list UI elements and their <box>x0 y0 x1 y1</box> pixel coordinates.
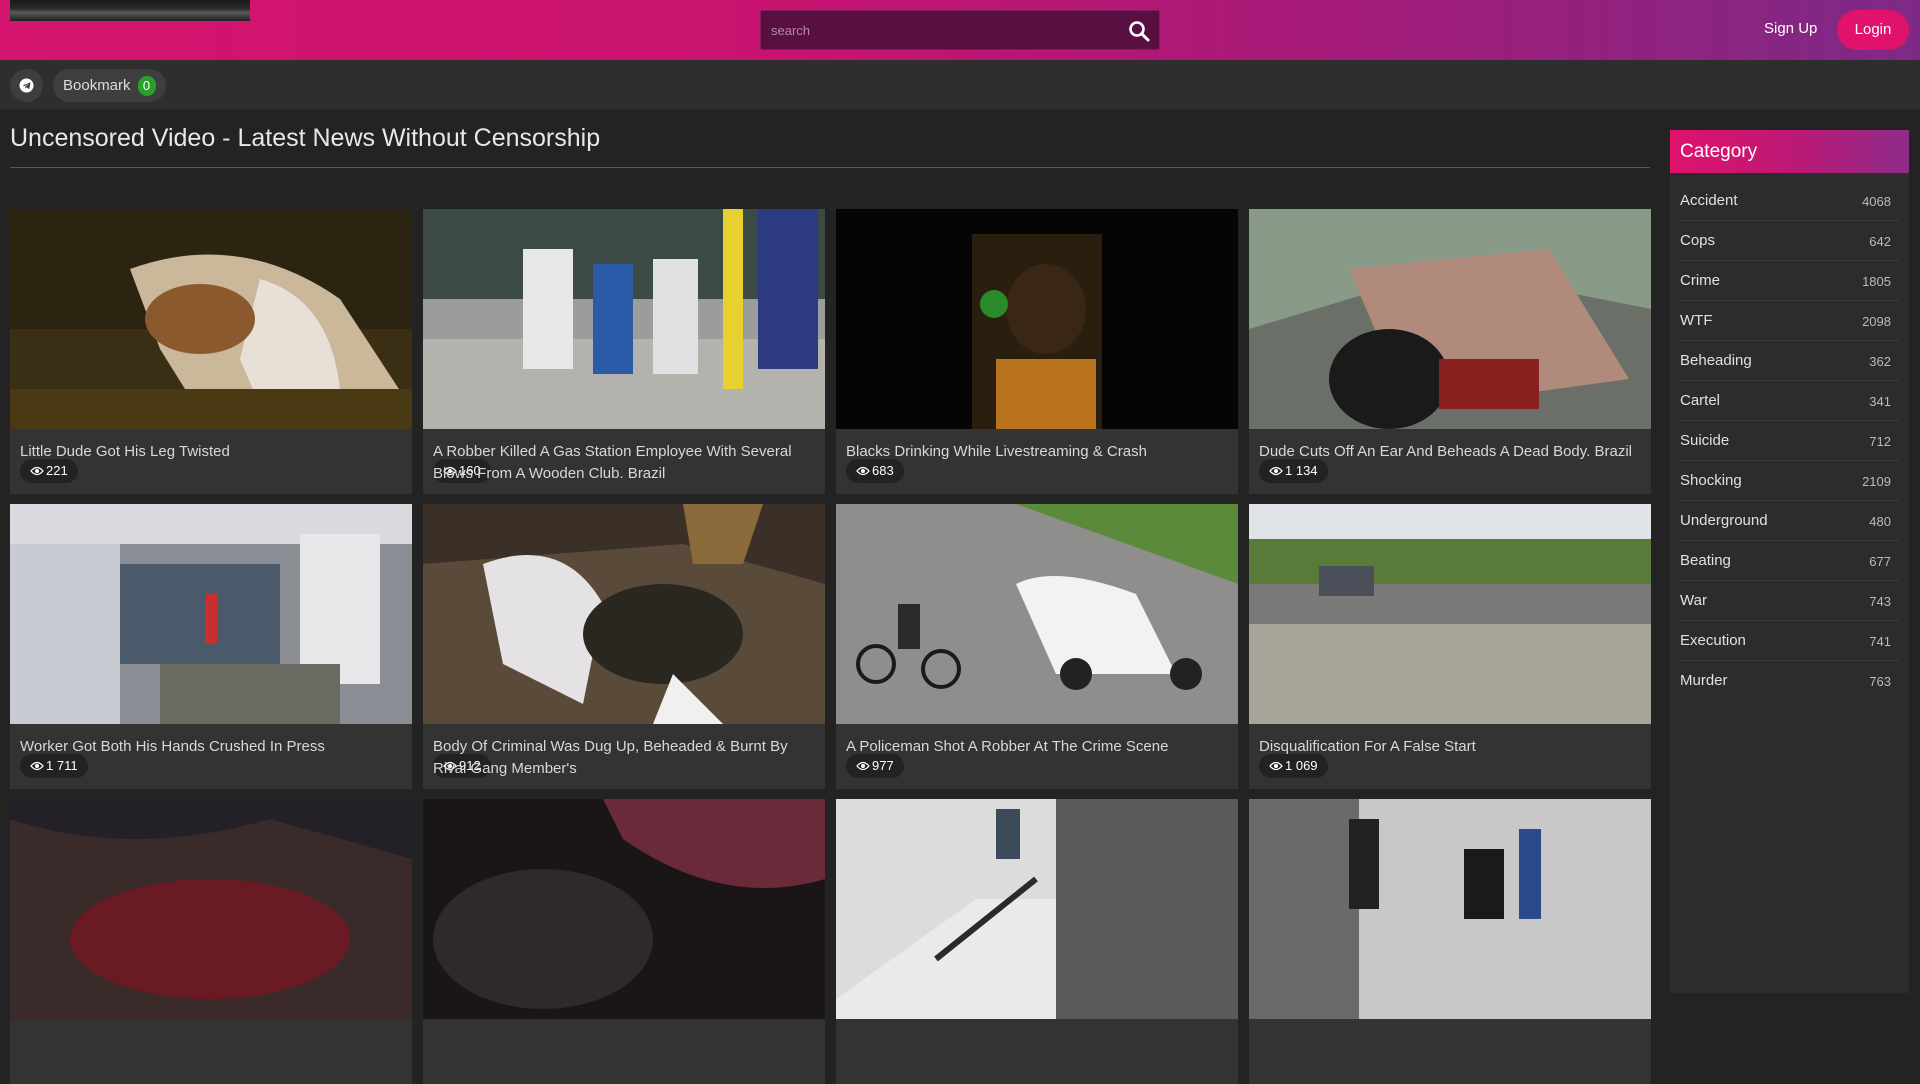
category-name: Cartel <box>1680 392 1721 409</box>
video-card[interactable] <box>10 799 412 1084</box>
category-count: 362 <box>1869 354 1891 369</box>
category-count: 4068 <box>1862 194 1891 209</box>
category-item-murder[interactable]: Murder 763 <box>1680 661 1899 701</box>
video-title[interactable]: A Robber Killed A Gas Station Employee W… <box>433 441 815 485</box>
search-input[interactable] <box>761 11 1111 49</box>
category-name: Beating <box>1680 552 1731 569</box>
login-button[interactable]: Login <box>1837 10 1909 50</box>
category-name: Beheading <box>1680 352 1752 369</box>
video-card[interactable]: 221 Little Dude Got His Leg Twisted <box>10 209 412 494</box>
video-thumbnail[interactable] <box>1249 799 1651 1019</box>
title-divider <box>10 167 1650 168</box>
eye-icon <box>856 466 870 476</box>
video-title[interactable]: Worker Got Both His Hands Crushed In Pre… <box>20 736 402 758</box>
video-thumbnail[interactable] <box>423 209 825 429</box>
video-title[interactable]: Body Of Criminal Was Dug Up, Beheaded & … <box>433 736 815 780</box>
eye-icon <box>30 466 44 476</box>
video-title[interactable]: Dude Cuts Off An Ear And Beheads A Dead … <box>1259 441 1641 463</box>
category-item-suicide[interactable]: Suicide 712 <box>1680 421 1899 461</box>
video-title[interactable]: Disqualification For A False Start <box>1259 736 1641 758</box>
signup-link[interactable]: Sign Up <box>1764 20 1817 37</box>
category-name: Murder <box>1680 672 1728 689</box>
category-item-accident[interactable]: Accident 4068 <box>1680 181 1899 221</box>
page-title: Uncensored Video - Latest News Without C… <box>10 124 601 152</box>
category-name: Execution <box>1680 632 1746 649</box>
category-name: Cops <box>1680 232 1716 249</box>
bookmark-button[interactable]: Bookmark 0 <box>53 69 166 102</box>
category-name: War <box>1680 592 1707 609</box>
video-thumbnail[interactable] <box>10 799 412 1019</box>
telegram-button[interactable] <box>10 69 43 102</box>
category-item-war[interactable]: War 743 <box>1680 581 1899 621</box>
video-title[interactable]: Blacks Drinking While Livestreaming & Cr… <box>846 441 1228 463</box>
video-thumbnail[interactable] <box>10 504 412 724</box>
category-item-cartel[interactable]: Cartel 341 <box>1680 381 1899 421</box>
sub-toolbar: Bookmark 0 <box>0 60 1920 110</box>
category-name: Crime <box>1680 272 1720 289</box>
bookmark-count-badge: 0 <box>137 75 156 96</box>
video-title[interactable]: A Policeman Shot A Robber At The Crime S… <box>846 736 1228 758</box>
category-count: 2098 <box>1862 314 1891 329</box>
category-item-execution[interactable]: Execution 741 <box>1680 621 1899 661</box>
video-thumbnail[interactable] <box>423 504 825 724</box>
category-count: 1805 <box>1862 274 1891 289</box>
telegram-icon <box>19 78 34 93</box>
category-count: 743 <box>1869 594 1891 609</box>
video-card[interactable]: 160 A Robber Killed A Gas Station Employ… <box>423 209 825 494</box>
category-item-underground[interactable]: Underground 480 <box>1680 501 1899 541</box>
video-card[interactable]: 1 711 Worker Got Both His Hands Crushed … <box>10 504 412 789</box>
category-count: 741 <box>1869 634 1891 649</box>
category-item-shocking[interactable]: Shocking 2109 <box>1680 461 1899 501</box>
category-name: Suicide <box>1680 432 1730 449</box>
eye-icon <box>1269 761 1283 771</box>
category-item-crime[interactable]: Crime 1805 <box>1680 261 1899 301</box>
video-thumbnail[interactable] <box>836 799 1238 1019</box>
category-item-beheading[interactable]: Beheading 362 <box>1680 341 1899 381</box>
category-name: WTF <box>1680 312 1713 329</box>
category-item-beating[interactable]: Beating 677 <box>1680 541 1899 581</box>
eye-icon <box>856 761 870 771</box>
video-card[interactable]: 683 Blacks Drinking While Livestreaming … <box>836 209 1238 494</box>
search-icon[interactable] <box>1127 19 1151 43</box>
eye-icon <box>30 761 44 771</box>
video-card[interactable] <box>423 799 825 1084</box>
video-card[interactable]: 977 A Policeman Shot A Robber At The Cri… <box>836 504 1238 789</box>
category-item-cops[interactable]: Cops 642 <box>1680 221 1899 261</box>
category-count: 2109 <box>1862 474 1891 489</box>
video-card[interactable]: 1 069 Disqualification For A False Start <box>1249 504 1651 789</box>
category-item-wtf[interactable]: WTF 2098 <box>1680 301 1899 341</box>
category-count: 480 <box>1869 514 1891 529</box>
video-thumbnail[interactable] <box>836 504 1238 724</box>
category-name: Underground <box>1680 512 1768 529</box>
bookmark-label: Bookmark <box>63 77 131 94</box>
video-thumbnail[interactable] <box>836 209 1238 429</box>
category-count: 642 <box>1869 234 1891 249</box>
category-heading: Category <box>1670 130 1909 173</box>
site-logo[interactable] <box>10 0 250 21</box>
video-card[interactable]: 1 134 Dude Cuts Off An Ear And Beheads A… <box>1249 209 1651 494</box>
category-count: 341 <box>1869 394 1891 409</box>
video-card[interactable] <box>836 799 1238 1084</box>
video-title[interactable]: Little Dude Got His Leg Twisted <box>20 441 402 463</box>
top-header: Sign Up Login <box>0 0 1920 60</box>
video-thumbnail[interactable] <box>423 799 825 1019</box>
video-thumbnail[interactable] <box>10 209 412 429</box>
eye-icon <box>1269 466 1283 476</box>
category-sidebar: Category Accident 4068 Cops 642 Crime 1805 … <box>1670 130 1909 993</box>
category-count: 677 <box>1869 554 1891 569</box>
video-card[interactable]: 912 Body Of Criminal Was Dug Up, Beheade… <box>423 504 825 789</box>
category-count: 763 <box>1869 674 1891 689</box>
search-bar <box>760 10 1160 50</box>
category-name: Accident <box>1680 192 1738 209</box>
video-thumbnail[interactable] <box>1249 504 1651 724</box>
video-card[interactable] <box>1249 799 1651 1084</box>
category-name: Shocking <box>1680 472 1742 489</box>
category-count: 712 <box>1869 434 1891 449</box>
video-thumbnail[interactable] <box>1249 209 1651 429</box>
